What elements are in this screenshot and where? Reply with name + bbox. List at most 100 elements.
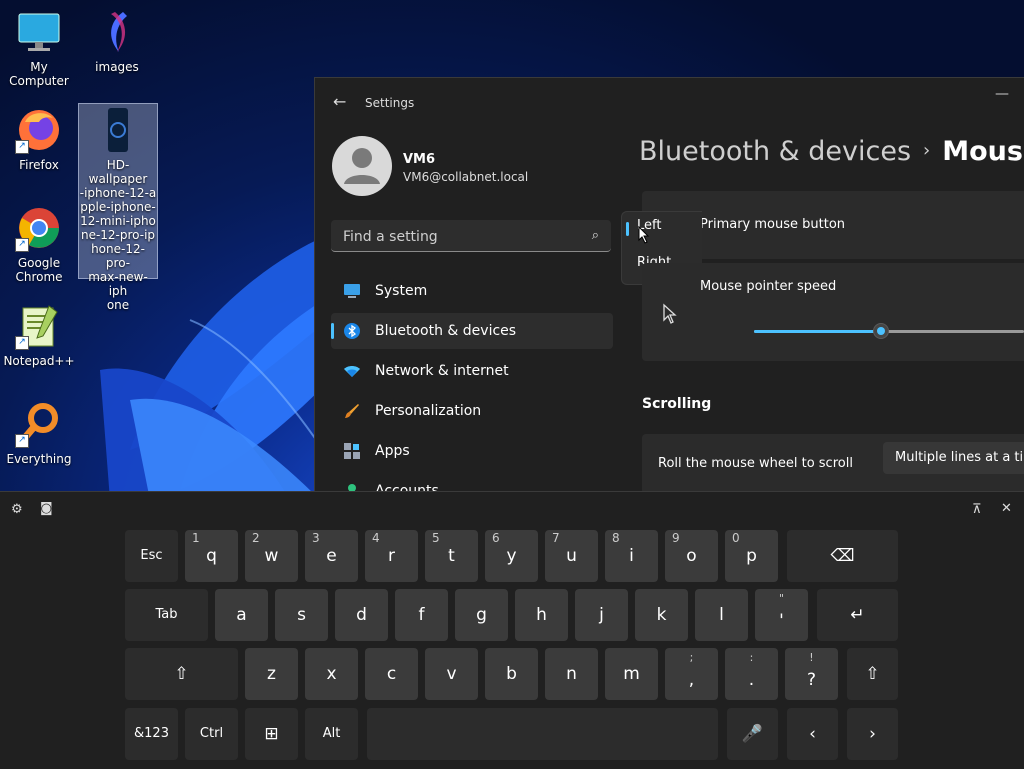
search-input[interactable] — [341, 226, 575, 248]
chevron-right-icon: › — [923, 140, 931, 161]
windows-key[interactable]: ⊞ — [245, 708, 298, 760]
desktop-icon-firefox[interactable]: ↗ Firefox — [0, 106, 78, 172]
space-key[interactable] — [367, 708, 718, 760]
backspace-key[interactable]: ⌫ — [787, 530, 898, 582]
roll-wheel-label: Roll the mouse wheel to scroll — [658, 456, 853, 471]
key-number-hint: 2 — [252, 531, 260, 545]
key-s[interactable]: s — [275, 589, 328, 641]
pointer-speed-slider[interactable] — [754, 323, 1024, 339]
scroll-mode-dropdown[interactable]: Multiple lines at a time — [883, 442, 1024, 474]
sidebar-item-accounts[interactable]: Accounts — [331, 473, 613, 492]
key-label: q — [206, 546, 217, 566]
touch-keyboard: ⚙ ◙ ⊼ ✕ Esc q 1 w 2 e 3 r 4 t 5 y 6 u 7 i 8 o 9 p 0 ⌫ Tab a s d f g… — [0, 491, 1024, 769]
key-l[interactable]: l — [695, 589, 748, 641]
key-label: y — [506, 546, 517, 566]
key-f[interactable]: f — [395, 589, 448, 641]
left-arrow-key[interactable]: ‹ — [787, 708, 838, 760]
slider-thumb[interactable] — [872, 323, 889, 339]
avatar[interactable] — [332, 136, 392, 196]
key-g[interactable]: g — [455, 589, 508, 641]
desktop-icon-label: HD-wallpaper -iphone-12-a pple-iphone- 1… — [79, 158, 157, 312]
desktop-icon-label: Notepad++ — [3, 354, 75, 368]
shortcut-arrow-icon: ↗ — [15, 434, 29, 448]
key-label: p — [746, 546, 757, 566]
shortcut-arrow-icon: ↗ — [15, 140, 29, 154]
key-label: Alt — [322, 726, 341, 741]
firefox-icon: ↗ — [15, 106, 63, 154]
key-label: l — [719, 605, 724, 625]
sidebar-item-personalization[interactable]: Personalization — [331, 393, 613, 429]
desktop-icon-label: Everything — [6, 452, 72, 466]
desktop-icon-images[interactable]: images — [78, 8, 156, 74]
dock-icon[interactable]: ⊼ — [972, 502, 982, 517]
desktop-icon-google-chrome[interactable]: ↗ Google Chrome — [0, 204, 78, 284]
shift-key[interactable]: ⇧ — [847, 648, 898, 700]
key-c[interactable]: c — [365, 648, 418, 700]
key-punct[interactable]: ' " — [755, 589, 808, 641]
key-z[interactable]: z — [245, 648, 298, 700]
symbols-key[interactable]: &123 — [125, 708, 178, 760]
breadcrumb-parent[interactable]: Bluetooth & devices — [639, 136, 911, 167]
key-r[interactable]: r4 — [365, 530, 418, 582]
key-label: z — [267, 664, 276, 684]
search-icon[interactable]: ⌕ — [592, 228, 599, 243]
key-q[interactable]: q1 — [185, 530, 238, 582]
close-icon[interactable]: ✕ — [1001, 501, 1012, 516]
key-label: j — [599, 605, 604, 625]
key-p[interactable]: p0 — [725, 530, 778, 582]
sidebar-item-network[interactable]: Network & internet — [331, 353, 613, 389]
key-number-hint: 1 — [192, 531, 200, 545]
key-label: ↵ — [850, 605, 865, 625]
key-t[interactable]: t5 — [425, 530, 478, 582]
back-arrow-icon[interactable]: ← — [333, 92, 346, 111]
alt-key[interactable]: Alt — [305, 708, 358, 760]
right-arrow-key[interactable]: › — [847, 708, 898, 760]
desktop-icon-label: images — [95, 60, 139, 74]
shift-key[interactable]: ⇧ — [125, 648, 238, 700]
key-n[interactable]: n — [545, 648, 598, 700]
key-h[interactable]: h — [515, 589, 568, 641]
key-label: . — [748, 670, 755, 690]
key-v[interactable]: v — [425, 648, 478, 700]
key-u[interactable]: u7 — [545, 530, 598, 582]
key-label: Esc — [140, 548, 163, 563]
key-j[interactable]: j — [575, 589, 628, 641]
scrolling-heading: Scrolling — [642, 396, 712, 412]
key-number-hint: 5 — [432, 531, 440, 545]
desktop-icon-everything[interactable]: ↗ Everything — [0, 400, 78, 466]
tab-key[interactable]: Tab — [125, 589, 208, 641]
key-number-hint: 6 — [492, 531, 500, 545]
emoji-icon[interactable]: ◙ — [40, 501, 53, 516]
gear-icon[interactable]: ⚙ — [11, 502, 23, 517]
sidebar-item-apps[interactable]: Apps — [331, 433, 613, 469]
search-box: ⌕ — [331, 220, 611, 252]
key-label: &123 — [134, 726, 169, 741]
key-x[interactable]: x — [305, 648, 358, 700]
key-punct[interactable]: ?! — [785, 648, 838, 700]
pointer-speed-label: Mouse pointer speed — [700, 279, 837, 294]
desktop-icon-notepad-plus-plus[interactable]: ↗ Notepad++ — [0, 302, 78, 368]
key-b[interactable]: b — [485, 648, 538, 700]
key-label: ' — [779, 611, 784, 631]
sidebar-item-system[interactable]: System — [331, 273, 613, 309]
key-i[interactable]: i8 — [605, 530, 658, 582]
key-punct[interactable]: ,; — [665, 648, 718, 700]
sidebar-item-bluetooth-devices[interactable]: Bluetooth & devices — [331, 313, 613, 349]
key-punct[interactable]: .: — [725, 648, 778, 700]
key-k[interactable]: k — [635, 589, 688, 641]
key-y[interactable]: y6 — [485, 530, 538, 582]
microphone-key[interactable]: 🎤 — [727, 708, 778, 760]
enter-key[interactable]: ↵ — [817, 589, 898, 641]
key-w[interactable]: w2 — [245, 530, 298, 582]
key-m[interactable]: m — [605, 648, 658, 700]
desktop-icon-my-computer[interactable]: My Computer — [0, 8, 78, 88]
esc-key[interactable]: Esc — [125, 530, 178, 582]
minimize-button[interactable]: — — [995, 86, 1009, 102]
key-a[interactable]: a — [215, 589, 268, 641]
ctrl-key[interactable]: Ctrl — [185, 708, 238, 760]
key-e[interactable]: e3 — [305, 530, 358, 582]
key-d[interactable]: d — [335, 589, 388, 641]
desktop-icon-wallpaper-file[interactable]: HD-wallpaper -iphone-12-a pple-iphone- 1… — [78, 103, 158, 312]
key-o[interactable]: o9 — [665, 530, 718, 582]
key-label: k — [656, 605, 667, 625]
